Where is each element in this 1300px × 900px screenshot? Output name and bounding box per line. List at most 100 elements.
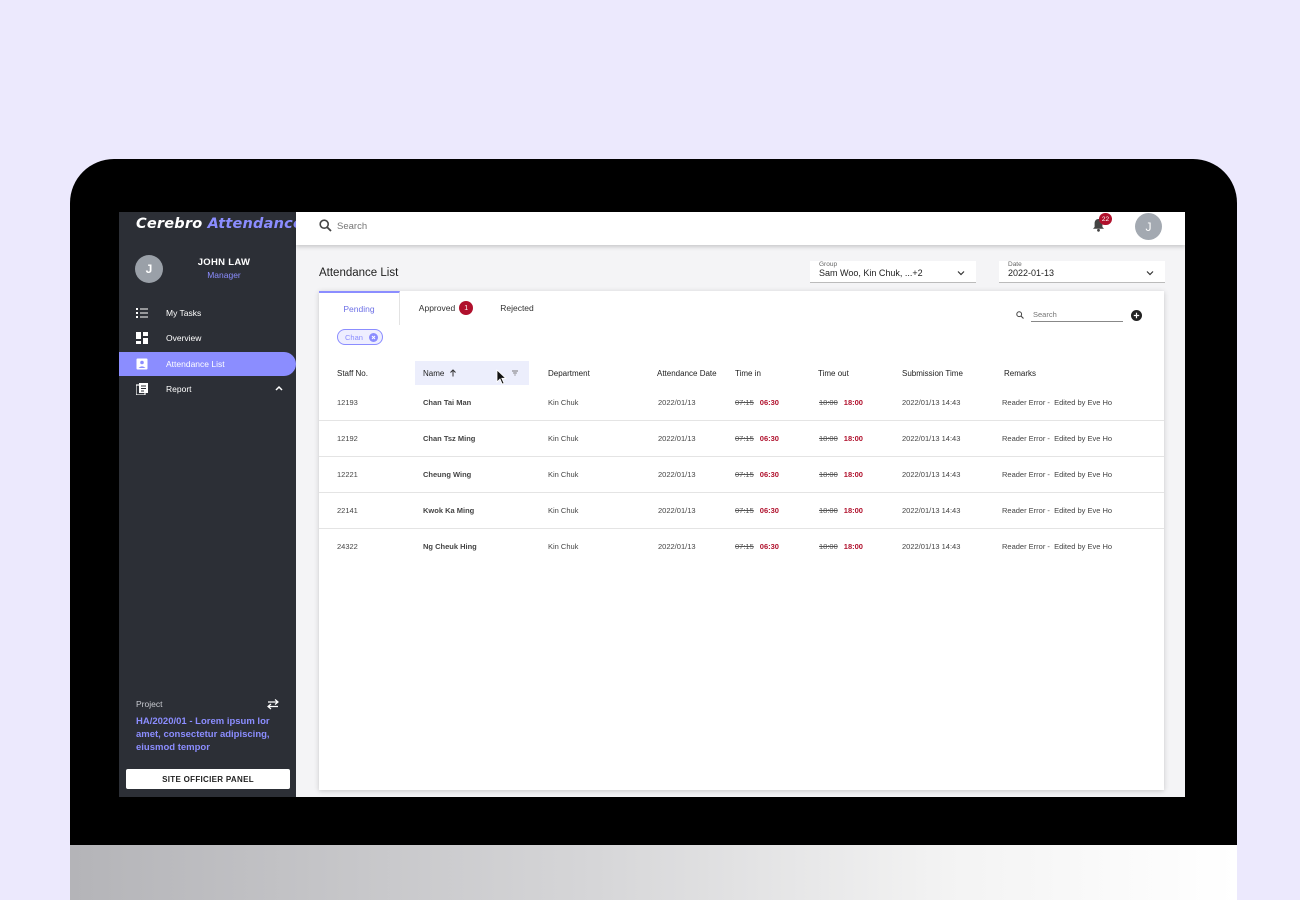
cell-submission-time: 2022/01/13 14:43 xyxy=(902,398,961,407)
table-row[interactable]: 24322 Ng Cheuk Hing Kin Chuk 2022/01/13 … xyxy=(319,529,1164,565)
attendance-card: Pending Approved 1 Rejected Chan Staf xyxy=(319,291,1164,790)
filter-icon[interactable] xyxy=(511,369,519,377)
cell-remarks: Reader Error - Edited by Eve Ho xyxy=(1002,470,1113,479)
cell-time-in: 07:15 06:30 xyxy=(735,542,779,551)
group-select-value: Sam Woo, Kin Chuk, ...+2 xyxy=(819,268,923,278)
original-time-in: 07:15 xyxy=(735,398,754,407)
group-select-label: Group xyxy=(819,261,838,268)
table-row[interactable]: 22141 Kwok Ka Ming Kin Chuk 2022/01/13 0… xyxy=(319,493,1164,529)
column-header-name[interactable]: Name xyxy=(415,361,529,385)
edited-time-out: 18:00 xyxy=(843,398,863,407)
top-bar: 22 J xyxy=(296,212,1185,245)
filter-chip-label: Chan xyxy=(345,332,363,342)
cell-time-out: 18:00 18:00 xyxy=(819,398,863,407)
arrow-up-icon[interactable] xyxy=(449,369,457,377)
app-logo: Cerebro Attendance xyxy=(136,216,303,232)
table-search-input[interactable] xyxy=(1031,308,1123,322)
edited-time-out: 18:00 xyxy=(843,470,863,479)
column-header-label: Staff No. xyxy=(337,368,368,378)
date-select-value: 2022-01-13 xyxy=(1008,268,1055,278)
cell-submission-time: 2022/01/13 14:43 xyxy=(902,542,961,551)
cell-time-out: 18:00 18:00 xyxy=(819,542,863,551)
user-avatar[interactable]: J xyxy=(135,255,163,283)
cell-name: Chan Tsz Ming xyxy=(423,434,476,443)
tab-label: Rejected xyxy=(500,303,534,313)
report-icon xyxy=(136,383,148,395)
cell-time-out: 18:00 18:00 xyxy=(819,434,863,443)
column-header-label: Attendance Date xyxy=(657,368,717,378)
logo-text-primary: Cerebro xyxy=(136,216,203,232)
swap-icon[interactable] xyxy=(267,698,279,710)
task-list-icon xyxy=(136,308,148,318)
cell-time-in: 07:15 06:30 xyxy=(735,470,779,479)
tab-label: Pending xyxy=(343,304,375,314)
cell-staff-no: 24322 xyxy=(337,542,358,551)
column-header-time-in[interactable]: Time in xyxy=(735,361,761,385)
date-select[interactable]: Date 2022-01-13 xyxy=(999,261,1165,283)
column-header-label: Time in xyxy=(735,368,761,378)
cell-remarks: Reader Error - Edited by Eve Ho xyxy=(1002,506,1113,515)
cell-name: Kwok Ka Ming xyxy=(423,506,475,515)
chevron-down-icon xyxy=(1146,271,1154,276)
add-circle-icon[interactable] xyxy=(1131,310,1142,321)
column-header-label: Remarks xyxy=(1004,368,1037,378)
column-header-label: Name xyxy=(423,368,445,378)
date-select-label: Date xyxy=(1008,261,1022,268)
cell-attendance-date: 2022/01/13 xyxy=(658,542,696,551)
original-time-out: 18:00 xyxy=(819,434,838,443)
sidebar: Cerebro Attendance J JOHN LAW Manager My… xyxy=(119,212,303,797)
approved-count-badge: 1 xyxy=(459,301,474,315)
search-icon xyxy=(319,219,332,232)
tab-rejected[interactable]: Rejected xyxy=(491,291,543,325)
cell-remarks: Reader Error - Edited by Eve Ho xyxy=(1002,398,1113,407)
column-header-attendance-date[interactable]: Attendance Date xyxy=(657,361,717,385)
column-header-staff-no[interactable]: Staff No. xyxy=(337,361,368,385)
mouse-cursor-icon xyxy=(496,369,507,385)
project-label: Project xyxy=(136,699,163,709)
edited-time-out: 18:00 xyxy=(843,434,863,443)
cell-department: Kin Chuk xyxy=(548,470,579,479)
original-time-in: 07:15 xyxy=(735,434,754,443)
project-name[interactable]: HA/2020/01 - Lorem ipsum lor amet, conse… xyxy=(136,715,286,754)
column-header-submission-time[interactable]: Submission Time xyxy=(902,361,963,385)
cell-department: Kin Chuk xyxy=(548,506,579,515)
edited-time-in: 06:30 xyxy=(759,506,779,515)
table-row[interactable]: 12192 Chan Tsz Ming Kin Chuk 2022/01/13 … xyxy=(319,421,1164,457)
sidebar-item-attendance-list[interactable]: Attendance List xyxy=(119,352,296,376)
column-header-remarks[interactable]: Remarks xyxy=(1004,361,1036,385)
table-row[interactable]: 12193 Chan Tai Man Kin Chuk 2022/01/13 0… xyxy=(319,385,1164,421)
monitor-chin xyxy=(70,845,1237,900)
sidebar-item-label: My Tasks xyxy=(166,308,202,318)
column-header-time-out[interactable]: Time out xyxy=(818,361,849,385)
sidebar-item-my-tasks[interactable]: My Tasks xyxy=(119,301,296,325)
original-time-in: 07:15 xyxy=(735,470,754,479)
cell-attendance-date: 2022/01/13 xyxy=(658,506,696,515)
group-select[interactable]: Group Sam Woo, Kin Chuk, ...+2 xyxy=(810,261,976,283)
sidebar-item-report[interactable]: Report xyxy=(119,377,296,401)
column-header-label: Time out xyxy=(818,368,849,378)
filter-chip[interactable]: Chan xyxy=(337,329,383,345)
edited-time-out: 18:00 xyxy=(843,542,863,551)
chevron-down-icon xyxy=(957,271,965,276)
column-header-label: Department xyxy=(548,368,590,378)
cell-department: Kin Chuk xyxy=(548,398,579,407)
global-search-input[interactable] xyxy=(337,217,477,235)
cell-time-in: 07:15 06:30 xyxy=(735,434,779,443)
close-icon[interactable] xyxy=(368,333,378,342)
column-header-department[interactable]: Department xyxy=(548,361,590,385)
cell-attendance-date: 2022/01/13 xyxy=(658,434,696,443)
cell-name: Ng Cheuk Hing xyxy=(423,542,477,551)
table-row[interactable]: 12221 Cheung Wing Kin Chuk 2022/01/13 07… xyxy=(319,457,1164,493)
tab-approved[interactable]: Approved 1 xyxy=(411,291,481,325)
cell-remarks: Reader Error - Edited by Eve Ho xyxy=(1002,542,1113,551)
site-officer-panel-button[interactable]: SITE OFFICIER PANEL xyxy=(126,769,290,789)
original-time-in: 07:15 xyxy=(735,542,754,551)
sidebar-item-overview[interactable]: Overview xyxy=(119,326,296,350)
cell-staff-no: 12221 xyxy=(337,470,358,479)
profile-avatar[interactable]: J xyxy=(1135,213,1162,240)
original-time-out: 18:00 xyxy=(819,506,838,515)
sidebar-item-label: Overview xyxy=(166,333,202,343)
original-time-out: 18:00 xyxy=(819,398,838,407)
chevron-up-icon[interactable] xyxy=(274,383,284,393)
tab-pending[interactable]: Pending xyxy=(319,291,400,325)
